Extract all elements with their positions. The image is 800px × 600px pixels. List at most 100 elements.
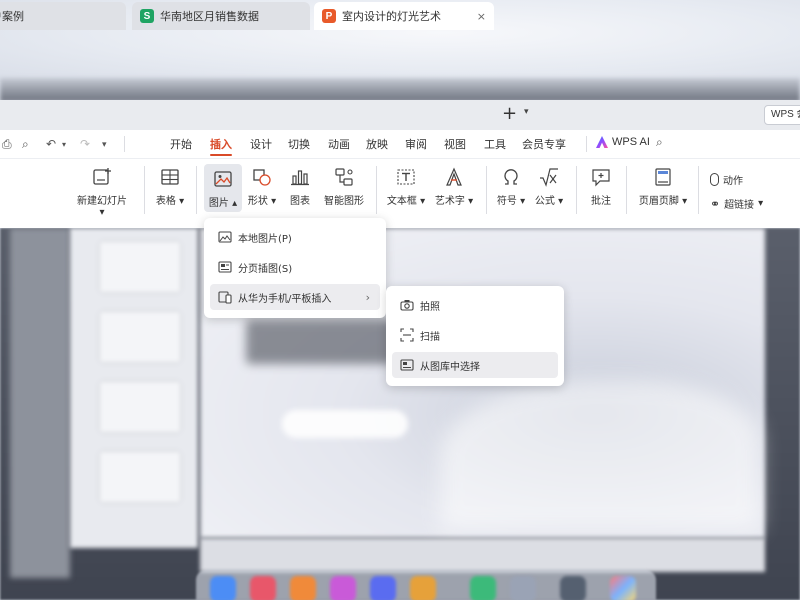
ribbon-label: 表格 [155,196,176,207]
menu-item-insert-from-device[interactable]: 从华为手机/平板插入 › [210,284,380,310]
textbox-button[interactable]: 文本框 ▾ [384,166,428,207]
menu-design[interactable]: 设计 [250,136,272,152]
ribbon-label: 艺术字 [434,196,465,207]
chevron-down-icon[interactable]: ▾ [102,140,107,150]
wordart-button[interactable]: 艺术字 ▾ [432,166,476,207]
tab-label: 室内设计的灯光艺术 [342,10,441,23]
header-footer-icon [655,168,671,186]
smart-shape-button[interactable]: 智能图形 [320,166,368,207]
menu-slideshow[interactable]: 放映 [366,136,388,152]
tab-sales-data[interactable]: S 华南地区月销售数据 [132,2,310,30]
header-footer-button[interactable]: 页眉页脚 ▾ [636,166,690,207]
dock-app-icon[interactable] [510,576,536,600]
menu-review[interactable]: 审阅 [405,136,427,152]
slide-decoration [440,380,760,530]
close-icon[interactable]: × [477,10,486,23]
dock-app-icon[interactable] [370,576,396,600]
ribbon-label: 新建幻灯片 [77,196,127,207]
dock-app-icon[interactable] [330,576,356,600]
dock-app-icon[interactable] [470,576,496,600]
wps-ai-label: WPS AI [612,136,650,148]
ribbon-label: 符号 [496,196,517,207]
device-submenu: 拍照 扫描 从图库中选择 [386,286,564,386]
dock-app-icon[interactable] [410,576,436,600]
chevron-down-icon[interactable]: ▾ [62,140,66,149]
menu-tools[interactable]: 工具 [484,136,506,152]
picture-icon [218,231,232,243]
slide-thumbnail[interactable] [100,312,180,362]
new-slide-icon [93,168,111,185]
table-button[interactable]: 表格 ▾ [152,166,188,207]
menu-item-take-photo[interactable]: 拍照 [392,292,558,318]
menu-animation[interactable]: 动画 [328,136,350,152]
symbol-button[interactable]: 符号 ▾ [494,166,528,207]
divider [586,136,587,152]
comment-icon [592,169,610,187]
chevron-up-icon: ▴ [228,198,238,209]
table-icon [161,169,179,185]
ribbon-label: 动作 [723,176,743,187]
chevron-down-icon: ▾ [758,198,764,209]
formula-icon [540,168,558,187]
device-bezel [0,78,800,102]
picture-button[interactable]: 图片 ▴ [204,164,242,212]
hyperlink-button[interactable]: ⚭ 超链接 ▾ [710,196,764,212]
mouse-icon [710,173,719,186]
menu-item-label: 分页插图(S) [238,263,293,275]
chevron-down-icon: ▾ [416,196,426,207]
wordart-icon [446,167,462,186]
comment-button[interactable]: 批注 [586,166,616,207]
chevron-down-icon[interactable]: ▾ [524,107,529,117]
dock-app-icon[interactable] [560,576,586,600]
shape-button[interactable]: 形状 ▾ [244,166,280,207]
tab-label: 客户案例 [0,10,24,23]
slide-thumbnail[interactable] [100,382,180,432]
undo-icon[interactable]: ↶ [46,137,56,151]
tab-strip [0,100,800,130]
action-button[interactable]: 动作 [710,172,743,187]
divider [376,166,377,214]
chart-button[interactable]: 图表 [286,166,314,207]
redo-icon[interactable]: ↷ [80,137,90,151]
link-icon: ⚭ [710,196,721,211]
dock-app-icon[interactable] [250,576,276,600]
picture-dropdown-menu: 本地图片(P) 分页插图(S) 从华为手机/平板插入 › [204,218,386,318]
status-strip [200,538,765,572]
menu-transition[interactable]: 切换 [288,136,310,152]
menu-item-local-picture[interactable]: 本地图片(P) [210,224,380,250]
divider [626,166,627,214]
paged-picture-icon [218,261,232,273]
wps-ai-button[interactable]: WPS AI [596,136,650,148]
new-slide-button[interactable]: 新建幻灯片 ▾ [74,166,130,218]
menu-insert[interactable]: 插入 [210,136,232,152]
print-icon[interactable]: ⎙ [2,137,12,152]
menu-item-choose-from-gallery[interactable]: 从图库中选择 [392,352,558,378]
smart-shape-icon [335,168,353,186]
chevron-down-icon: ▾ [554,196,564,207]
slide-thumbnail[interactable] [100,242,180,292]
menu-view[interactable]: 视图 [444,136,466,152]
tab-interior-design[interactable]: P 室内设计的灯光艺术 × [314,2,494,30]
menu-home[interactable]: 开始 [170,136,192,152]
slide-thumbnail[interactable] [100,452,180,502]
wps-account-button[interactable]: WPS 会 [764,105,800,125]
tab-customer-cases[interactable]: 客户案例 [0,2,126,30]
gallery-icon [400,359,414,371]
new-tab-button[interactable]: + [502,104,517,124]
ribbon-label: 页眉页脚 [638,196,679,207]
dock-app-icon[interactable] [210,576,236,600]
menu-member[interactable]: 会员专享 [522,136,566,152]
menu-item-paged-picture[interactable]: 分页插图(S) [210,254,380,280]
divider [486,166,487,214]
formula-button[interactable]: 公式 ▾ [532,166,566,207]
print-preview-icon[interactable]: ⌕ [22,137,29,152]
dock-app-icon[interactable] [290,576,316,600]
divider [698,166,699,214]
menu-item-scan[interactable]: 扫描 [392,322,558,348]
search-icon[interactable]: ⌕ [656,135,663,150]
menu-item-label: 从图库中选择 [420,361,480,373]
menu-item-label: 本地图片(P) [238,233,292,245]
divider [144,166,145,214]
chevron-down-icon: ▾ [99,207,105,218]
dock-app-icon[interactable] [610,576,636,600]
